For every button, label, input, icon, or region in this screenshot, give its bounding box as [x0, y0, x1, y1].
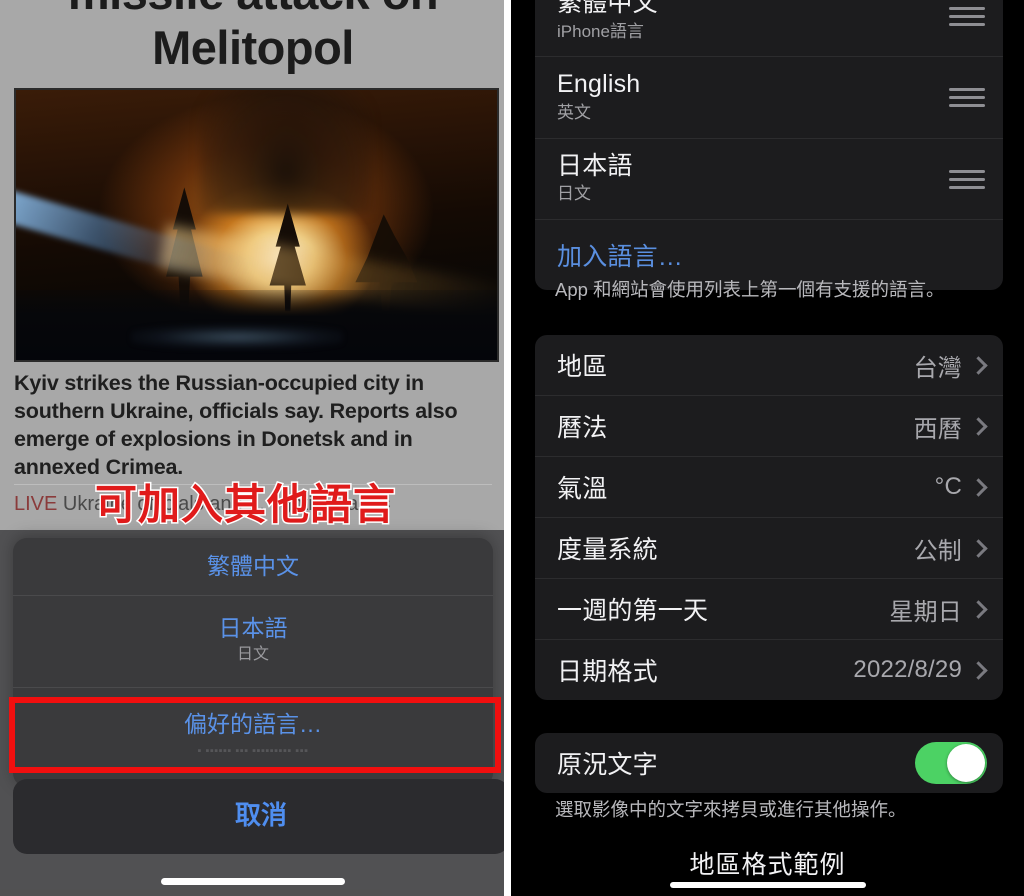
- setting-row-live-text[interactable]: 原況文字: [535, 733, 1003, 793]
- language-name: 繁體中文: [557, 0, 658, 17]
- setting-value: 台灣: [913, 354, 962, 382]
- language-row-english[interactable]: English 英文: [535, 57, 1003, 139]
- language-subtitle: iPhone語言: [557, 21, 644, 41]
- option-primary-label: 偏好的語言…: [184, 711, 322, 738]
- action-sheet-cancel-button[interactable]: 取消: [13, 779, 506, 854]
- setting-value-block: 台灣: [913, 348, 988, 383]
- reorder-handle-icon[interactable]: [949, 88, 985, 108]
- live-text-group: 原況文字: [535, 733, 1003, 793]
- setting-value-block: °C: [934, 473, 988, 501]
- language-text-block: 日本語 日文: [557, 152, 633, 206]
- setting-value-block: 星期日: [889, 592, 988, 627]
- chevron-right-icon: [969, 599, 988, 619]
- region-format-example-link[interactable]: 地區格式範例: [511, 845, 1024, 881]
- left-phone-panel: missile attack on Melitopol Kyiv strikes…: [0, 0, 506, 896]
- setting-label: 度量系統: [557, 536, 658, 564]
- chevron-right-icon: [969, 416, 988, 436]
- region-settings-group: 地區 台灣 曆法 西曆 氣溫 °C 度量系統 公制 一週的第一天 星期日 日期格…: [535, 335, 1003, 700]
- chevron-right-icon: [969, 355, 988, 375]
- toggle-knob: [947, 744, 985, 782]
- setting-row-calendar[interactable]: 曆法 西曆: [535, 396, 1003, 457]
- article-standfirst: Kyiv strikes the Russian-occupied city i…: [14, 371, 458, 479]
- action-sheet-option-traditional-chinese[interactable]: 繁體中文: [13, 538, 493, 596]
- setting-label: 曆法: [557, 414, 608, 442]
- annotation-add-other-languages: 可加入其他語言: [93, 481, 397, 528]
- language-subtitle: 英文: [557, 102, 591, 122]
- action-sheet: 繁體中文 日本語 日文 偏好的語言… ▪ ▪▪▪▪▪▪ ▪▪▪ ▪▪▪▪▪▪▪▪…: [13, 538, 493, 788]
- setting-value: 西曆: [913, 415, 962, 443]
- reorder-handle-icon[interactable]: [949, 169, 985, 189]
- option-secondary-label: 日文: [236, 645, 269, 663]
- setting-value: 星期日: [889, 598, 962, 626]
- setting-label: 地區: [557, 353, 608, 381]
- hero-smoke: [198, 90, 372, 215]
- setting-label: 氣溫: [557, 475, 608, 503]
- home-indicator[interactable]: [669, 882, 866, 888]
- setting-row-temperature[interactable]: 氣溫 °C: [535, 457, 1003, 518]
- option-primary-label: 日本語: [218, 614, 288, 641]
- chevron-right-icon: [969, 538, 988, 558]
- setting-value-block: 西曆: [913, 409, 988, 444]
- option-primary-label: 繁體中文: [207, 553, 299, 579]
- reorder-handle-icon[interactable]: [949, 6, 985, 26]
- chevron-right-icon: [969, 660, 988, 680]
- setting-row-measurement-system[interactable]: 度量系統 公制: [535, 518, 1003, 579]
- live-text-label: 原況文字: [557, 751, 658, 779]
- language-text-block: 繁體中文 iPhone語言: [557, 0, 658, 43]
- language-name: 日本語: [557, 151, 633, 180]
- setting-value: 公制: [913, 537, 962, 565]
- setting-value: 2022/8/29: [853, 656, 962, 683]
- language-name: English: [557, 70, 641, 99]
- action-sheet-option-preferred-languages[interactable]: 偏好的語言… ▪ ▪▪▪▪▪▪ ▪▪▪ ▪▪▪▪▪▪▪▪▪ ▪▪▪: [13, 688, 493, 787]
- hero-puddle-reflection: [131, 324, 344, 350]
- article-title: missile attack on Melitopol: [68, 0, 439, 74]
- setting-row-first-day-of-week[interactable]: 一週的第一天 星期日: [535, 579, 1003, 640]
- setting-value: °C: [934, 473, 962, 500]
- screenshot-root: missile attack on Melitopol Kyiv strikes…: [0, 0, 1024, 896]
- chevron-right-icon: [969, 477, 988, 497]
- language-row-traditional-chinese[interactable]: 繁體中文 iPhone語言: [535, 0, 1003, 58]
- setting-value-block: 2022/8/29: [853, 656, 988, 684]
- option-obscured-subtext: ▪ ▪▪▪▪▪▪ ▪▪▪ ▪▪▪▪▪▪▪▪▪ ▪▪▪: [197, 745, 309, 758]
- add-language-label: 加入語言…: [557, 243, 684, 272]
- preferred-language-order-group: 繁體中文 iPhone語言 English 英文 日本語 日文 加入語言…: [535, 0, 1003, 291]
- setting-row-region[interactable]: 地區 台灣: [535, 335, 1003, 396]
- language-subtitle: 日文: [557, 184, 591, 204]
- live-text-toggle[interactable]: [915, 742, 987, 784]
- home-indicator[interactable]: [161, 878, 345, 885]
- setting-value-block: 公制: [913, 531, 988, 566]
- live-text-footnote: 選取影像中的文字來拷貝或進行其他操作。: [555, 799, 907, 820]
- right-phone-panel: 繁體中文 iPhone語言 English 英文 日本語 日文 加入語言… Ap…: [511, 0, 1024, 896]
- action-sheet-option-japanese[interactable]: 日本語 日文: [13, 596, 493, 689]
- hero-fire-photo: [16, 90, 497, 360]
- setting-row-date-format[interactable]: 日期格式 2022/8/29: [535, 640, 1003, 700]
- language-row-japanese[interactable]: 日本語 日文: [535, 139, 1003, 221]
- article-hero-image: [14, 88, 499, 362]
- setting-label: 日期格式: [557, 658, 658, 686]
- language-group-footnote: App 和網站會使用列表上第一個有支援的語言。: [555, 279, 945, 300]
- language-text-block: English 英文: [557, 70, 640, 124]
- live-badge: LIVE: [14, 493, 58, 515]
- setting-label: 一週的第一天: [557, 597, 709, 625]
